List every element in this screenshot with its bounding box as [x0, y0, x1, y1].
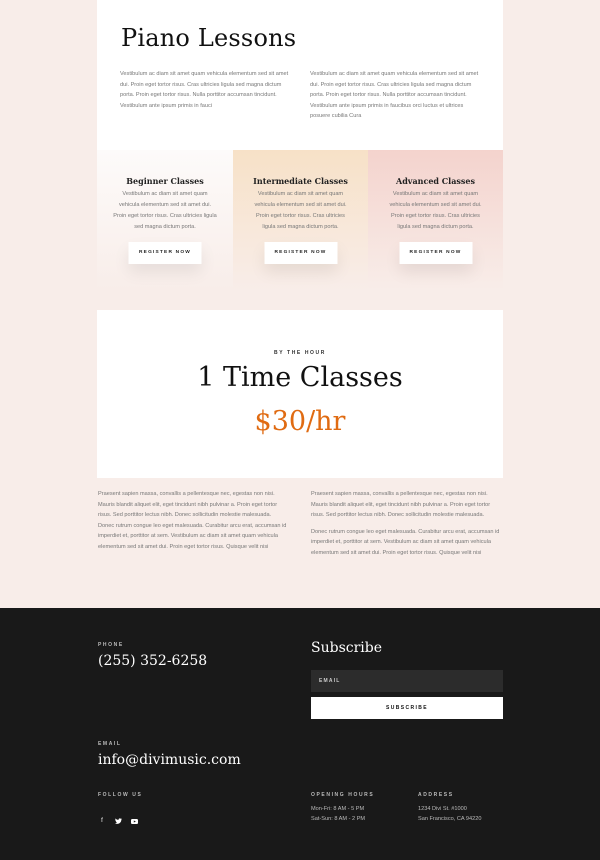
phone-number[interactable]: (255) 352-6258	[98, 653, 207, 669]
pricing-section: BY THE HOUR 1 Time Classes $30/hr	[97, 310, 503, 478]
class-card-intermediate: Intermediate Classes Vestibulum ac diam …	[233, 150, 368, 290]
address: 1234 Divi St. #1000 San Francisco, CA 94…	[418, 804, 481, 824]
email-label: EMAIL	[98, 741, 122, 747]
class-title: Intermediate Classes	[253, 176, 348, 186]
address-street: 1234 Divi St. #1000	[418, 806, 467, 812]
description-text: Praesent sapien massa, convallis a pelle…	[311, 491, 491, 518]
opening-hours: Mon-Fri: 8 AM - 5 PM Sat-Sun: 8 AM - 2 P…	[311, 804, 365, 824]
youtube-icon[interactable]	[130, 817, 138, 825]
classes-section: Beginner Classes Vestibulum ac diam sit …	[97, 150, 503, 290]
class-description: Vestibulum ac diam sit amet quam vehicul…	[254, 191, 347, 230]
description-text: Praesent sapien massa, convallis a pelle…	[98, 491, 287, 550]
register-button-advanced[interactable]: REGISTER NOW	[399, 242, 472, 264]
pricing-eyebrow: BY THE HOUR	[274, 350, 326, 356]
hero-text-left: Vestibulum ac diam sit amet quam vehicul…	[120, 71, 289, 109]
class-description: Vestibulum ac diam sit amet quam vehicul…	[113, 191, 217, 230]
price-value: $30/hr	[254, 406, 346, 437]
hours-weekend: Sat-Sun: 8 AM - 2 PM	[311, 816, 366, 822]
subscribe-button[interactable]: SUBSCRIBE	[311, 697, 503, 719]
description-text: Donec rutrum congue leo eget malesuada. …	[311, 528, 500, 556]
class-title: Advanced Classes	[396, 176, 475, 186]
address-label: ADDRESS	[418, 792, 454, 798]
class-description: Vestibulum ac diam sit amet quam vehicul…	[389, 191, 482, 230]
register-button-intermediate[interactable]: REGISTER NOW	[264, 242, 337, 264]
register-button-beginner[interactable]: REGISTER NOW	[128, 242, 202, 264]
social-icons: f	[98, 817, 138, 825]
pricing-title: 1 Time Classes	[197, 362, 403, 393]
hero-text-right: Vestibulum ac diam sit amet quam vehicul…	[310, 71, 479, 119]
class-card-beginner: Beginner Classes Vestibulum ac diam sit …	[97, 150, 233, 290]
follow-label: FOLLOW US	[98, 792, 143, 798]
email-input[interactable]	[311, 670, 503, 692]
subscribe-title: Subscribe	[311, 640, 383, 656]
facebook-icon[interactable]: f	[98, 817, 106, 825]
hours-weekday: Mon-Fri: 8 AM - 5 PM	[311, 806, 365, 812]
footer: PHONE (255) 352-6258 Subscribe SUBSCRIBE…	[0, 608, 600, 860]
phone-label: PHONE	[98, 642, 124, 648]
twitter-icon[interactable]	[114, 817, 122, 825]
email-address[interactable]: info@divimusic.com	[98, 752, 241, 768]
address-city: San Francisco, CA 94220	[418, 816, 482, 822]
class-card-advanced: Advanced Classes Vestibulum ac diam sit …	[368, 150, 503, 290]
hours-label: OPENING HOURS	[311, 792, 375, 798]
page-title: Piano Lessons	[121, 24, 297, 52]
description-left: Praesent sapien massa, convallis a pelle…	[98, 489, 288, 552]
description-right: Praesent sapien massa, convallis a pelle…	[311, 489, 501, 558]
hero-section: Piano Lessons Vestibulum ac diam sit ame…	[97, 0, 503, 150]
class-title: Beginner Classes	[126, 176, 204, 186]
